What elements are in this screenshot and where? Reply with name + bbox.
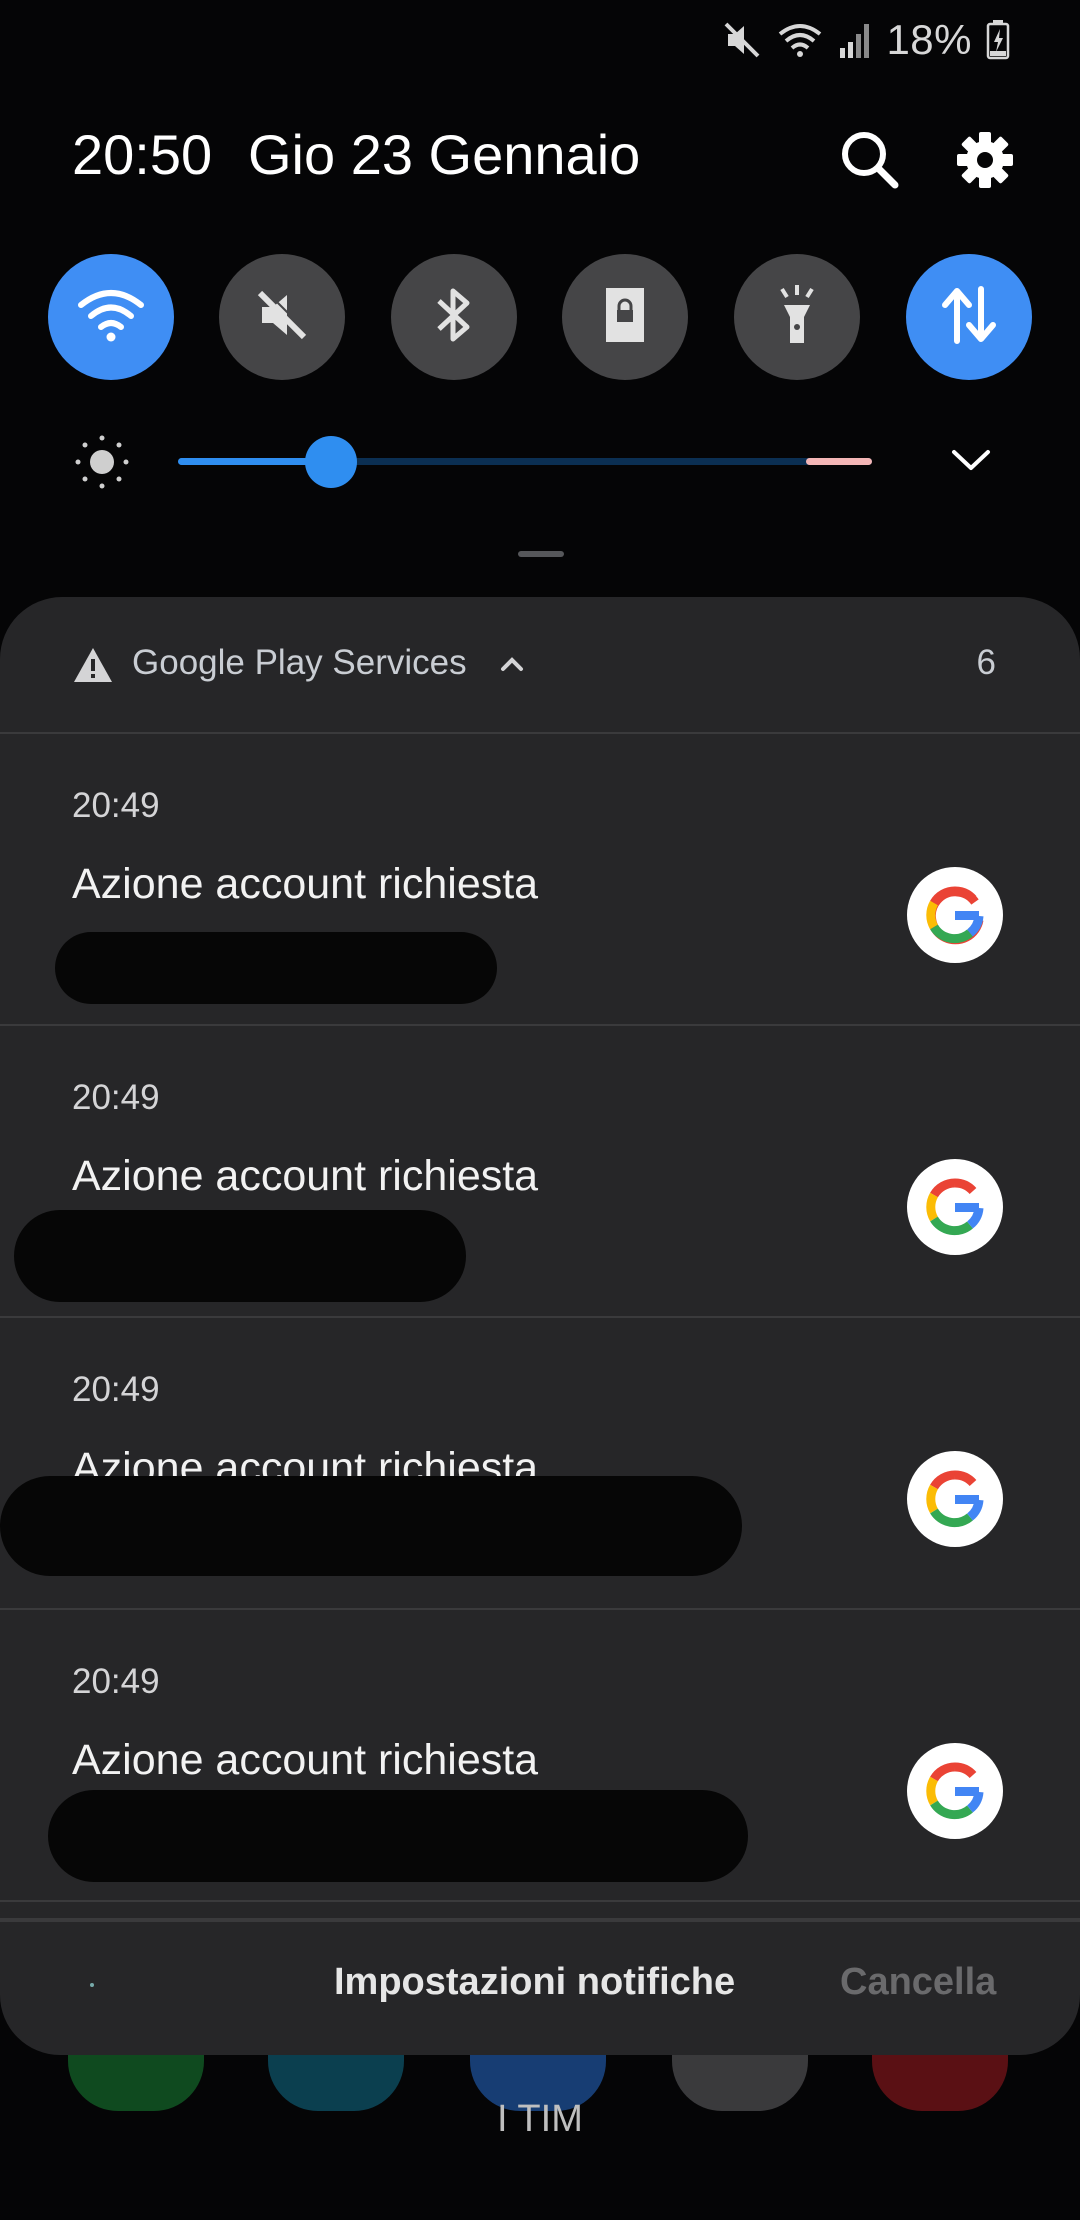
notification-footer: Impostazioni notifiche Cancella xyxy=(0,1917,1080,2055)
clock[interactable]: 20:50 xyxy=(72,122,212,187)
toggle-bluetooth[interactable] xyxy=(391,254,517,380)
clear-all-button[interactable]: Cancella xyxy=(840,1961,996,2004)
brightness-high-zone xyxy=(806,458,872,465)
mute-icon xyxy=(722,20,762,60)
notification-group-header[interactable]: Google Play Services 6 xyxy=(0,597,1080,733)
quick-toggles xyxy=(48,254,1032,382)
flashlight-icon xyxy=(772,283,822,352)
chevron-down-icon[interactable] xyxy=(948,440,994,480)
date[interactable]: Gio 23 Gennaio xyxy=(248,122,640,187)
toggle-rotation-lock[interactable] xyxy=(562,254,688,380)
notification-time: 20:49 xyxy=(72,1078,160,1117)
redaction-mark xyxy=(55,932,497,1004)
dock-app-phone[interactable] xyxy=(68,2055,204,2111)
dock-app-camera[interactable] xyxy=(872,2055,1008,2111)
bluetooth-icon xyxy=(429,283,479,352)
dock-app-messages[interactable] xyxy=(268,2055,404,2111)
google-g-icon xyxy=(907,1451,1003,1547)
group-count: 6 xyxy=(976,643,996,682)
notification-panel: Google Play Services 6 20:49 Azione acco… xyxy=(0,597,1080,2055)
wifi-icon xyxy=(76,285,146,350)
notification-title: Azione account richiesta xyxy=(72,1152,539,1200)
warning-icon xyxy=(72,646,114,684)
search-icon[interactable] xyxy=(835,125,905,195)
notification-title: Azione account richiesta xyxy=(72,860,539,908)
google-g-icon xyxy=(907,867,1003,963)
notification-time: 20:49 xyxy=(72,786,160,825)
data-arrows-icon xyxy=(937,283,1001,352)
drag-handle[interactable] xyxy=(518,551,564,557)
lock-icon xyxy=(600,284,650,351)
notification-time: 20:49 xyxy=(72,1662,160,1701)
battery-percent: 18% xyxy=(886,16,972,63)
signal-icon xyxy=(838,20,872,60)
notification-item[interactable]: 20:49 Azione account richiesta xyxy=(0,1610,1080,1900)
group-app-name: Google Play Services xyxy=(132,643,467,682)
brightness-icon xyxy=(72,432,132,492)
settings-icon[interactable] xyxy=(950,125,1020,195)
carrier-label: I TIM xyxy=(497,2098,583,2140)
google-g-icon xyxy=(907,1743,1003,1839)
notification-item[interactable]: 20:49 Azione account richiesta xyxy=(0,734,1080,1024)
notification-item[interactable]: 20:49 Azione account richiesta xyxy=(0,1026,1080,1316)
divider xyxy=(0,1900,1080,1902)
redaction-mark xyxy=(0,1476,742,1576)
dock-app-play-store[interactable] xyxy=(672,2055,808,2111)
mute-icon xyxy=(252,285,312,350)
toggle-sound[interactable] xyxy=(219,254,345,380)
notification-settings-button[interactable]: Impostazioni notifiche xyxy=(334,1961,735,2004)
redaction-mark xyxy=(14,1210,466,1302)
google-g-icon xyxy=(907,1159,1003,1255)
toggle-wifi[interactable] xyxy=(48,254,174,380)
redaction-mark xyxy=(48,1790,748,1882)
battery-charging-icon xyxy=(986,20,1010,60)
notification-item[interactable]: 20:49 Azione account richiesta xyxy=(0,1318,1080,1608)
wifi-icon xyxy=(776,20,824,60)
toggle-flashlight[interactable] xyxy=(734,254,860,380)
page-indicator-dot xyxy=(90,1983,94,1987)
notification-time: 20:49 xyxy=(72,1370,160,1409)
status-bar: 18% xyxy=(722,10,1010,70)
toggle-mobile-data[interactable] xyxy=(906,254,1032,380)
notification-title: Azione account richiesta xyxy=(72,1736,539,1784)
brightness-slider-thumb[interactable] xyxy=(304,436,357,488)
chevron-up-icon[interactable] xyxy=(497,649,527,679)
